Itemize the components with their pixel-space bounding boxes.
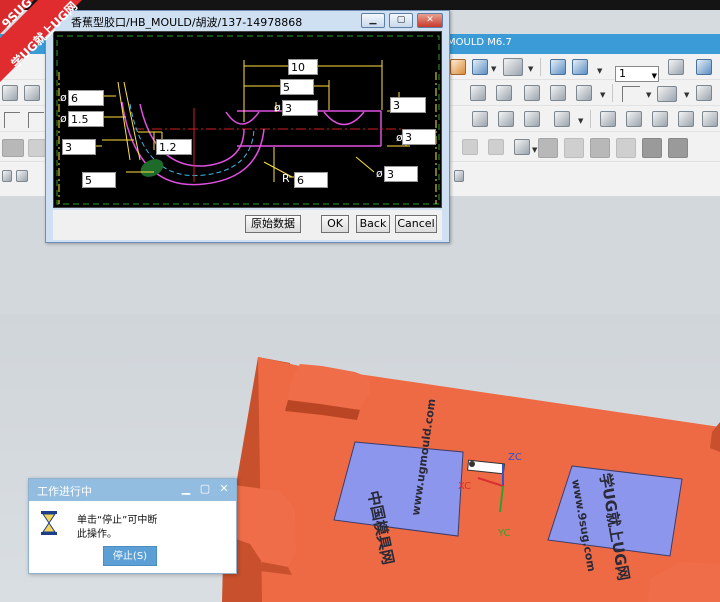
draft-icon[interactable] [554,111,570,127]
box-select-icon[interactable] [514,139,530,155]
layer-settings-icon[interactable] [668,59,684,75]
layer-combo-value: 1 [619,67,626,80]
dropdown-arrow-icon[interactable]: ▼ [532,146,537,154]
render-style-1-icon[interactable] [538,138,558,158]
chamfer-icon[interactable] [524,111,540,127]
work-in-progress-dialog: 工作进行中 ▁ ▢ ✕ 单击“停止”可中断 此操作。 停止(S) [28,478,237,574]
top-strip [0,0,720,10]
gate-point [469,461,475,467]
dim-1-2-input[interactable] [156,139,192,155]
undo-icon[interactable] [600,111,616,127]
axis-xc-label: XC [458,481,471,492]
minimize-icon[interactable]: ▁ [179,482,193,496]
work-dialog-title: 工作进行中 [37,485,92,498]
dim-radius-6-input[interactable] [294,172,328,188]
phi-label: ø [274,101,281,114]
toolbar-separator [540,58,541,76]
show-icon[interactable] [488,139,504,155]
mould-tool-icon[interactable] [450,59,466,75]
dropdown-arrow-icon[interactable]: ▼ [578,117,583,125]
filter-icon[interactable] [16,170,28,182]
close-button[interactable]: ✕ [417,13,443,28]
dim-right-3-input[interactable] [390,97,426,113]
axis-zc-label: ZC [508,452,522,463]
dialog-title: 香蕉型胶口/HB_MOULD/胡波/137-14978868 [71,16,303,29]
render-style-6-icon[interactable] [668,138,688,158]
measure-icon[interactable] [702,111,718,127]
gate-parameter-dialog: 香蕉型胶口/HB_MOULD/胡波/137-14978868 ▁ ▢ ✕ 10 … [45,10,450,243]
dim-right-dia-3-input[interactable] [402,129,436,145]
blend-icon[interactable] [576,85,592,101]
move-face-icon[interactable] [678,111,694,127]
back-button[interactable]: Back [356,215,390,233]
hourglass-icon [41,511,57,535]
render-style-5-icon[interactable] [642,138,662,158]
phi-label: ø [60,91,67,104]
cube-view-icon[interactable] [472,59,488,75]
sweep-icon[interactable] [472,111,488,127]
dim-left-3-input[interactable] [62,139,96,155]
ribbon-icon[interactable] [657,86,677,102]
rectangle-icon[interactable] [28,112,44,128]
extrude-icon[interactable] [524,85,540,101]
dropdown-arrow-icon[interactable]: ▼ [597,67,602,75]
dim-5-input[interactable] [280,79,314,95]
trim-icon[interactable] [696,85,712,101]
shell-icon[interactable] [550,85,566,101]
hide-icon[interactable] [462,139,478,155]
replace-icon[interactable] [652,111,668,127]
stop-button[interactable]: 停止(S) [103,546,157,566]
dim-bottom-5-input[interactable] [82,172,116,188]
dropdown-arrow-icon[interactable]: ▼ [646,91,651,99]
dropdown-arrow-icon[interactable]: ▼ [600,91,605,99]
shaded-view-icon[interactable] [2,139,24,157]
close-icon[interactable]: ✕ [217,482,231,496]
block-icon[interactable] [470,85,486,101]
ok-button[interactable]: OK [321,215,349,233]
left-engraving-panel [333,441,464,537]
toolbar-separator [612,84,613,102]
line-icon[interactable] [4,112,20,128]
surface-icon[interactable] [496,85,512,101]
dropdown-arrow-icon[interactable]: ▼ [528,65,533,73]
phi-label: ø [376,167,383,180]
dim-dia-1-5-input[interactable] [68,111,104,127]
dim-dia-3-input[interactable] [282,100,318,116]
transform-icon[interactable] [572,59,588,75]
snap-icon[interactable] [2,170,12,182]
render-style-4-icon[interactable] [616,138,636,158]
work-message-line2: 此操作。 [77,529,117,540]
render-style-2-icon[interactable] [564,138,584,158]
toolbar-separator [590,110,591,128]
work-dialog-titlebar: 工作进行中 ▁ ▢ ✕ [29,479,236,501]
original-data-button[interactable]: 原始数据 [245,215,301,233]
maximize-button[interactable]: ▢ [389,13,413,28]
color-swatch-icon[interactable] [503,58,523,76]
move-icon[interactable] [550,59,566,75]
dialog-button-bar: 原始数据 OK Back Cancel [53,210,442,240]
cancel-button[interactable]: Cancel [395,215,437,233]
dim-bottom-dia-3-input[interactable] [384,166,418,182]
offset-icon[interactable] [498,111,514,127]
site-watermark: 9SUG 学UG就上UG网 [0,0,90,90]
dropdown-arrow-icon[interactable]: ▼ [491,65,496,73]
dim-dia-6-input[interactable] [68,90,104,106]
phi-label: ø [60,112,67,125]
work-message-line1: 单击“停止”可中断 [77,515,158,526]
gate-sketch-canvas: ø ø ø ø R ø [53,31,442,208]
radius-label: R [282,172,290,185]
curve-icon[interactable] [622,86,640,102]
axis-yc-label: YC [497,528,511,539]
dropdown-arrow-icon[interactable]: ▼ [684,91,689,99]
dim-10-input[interactable] [288,59,318,75]
redo-icon[interactable] [626,111,642,127]
layer-visibility-icon[interactable] [696,59,712,75]
render-style-3-icon[interactable] [590,138,610,158]
nx-window-title: MOULD M6.7 [447,37,512,48]
minimize-button[interactable]: ▁ [361,13,385,28]
grid-icon[interactable] [454,170,464,182]
maximize-icon[interactable]: ▢ [198,482,212,496]
